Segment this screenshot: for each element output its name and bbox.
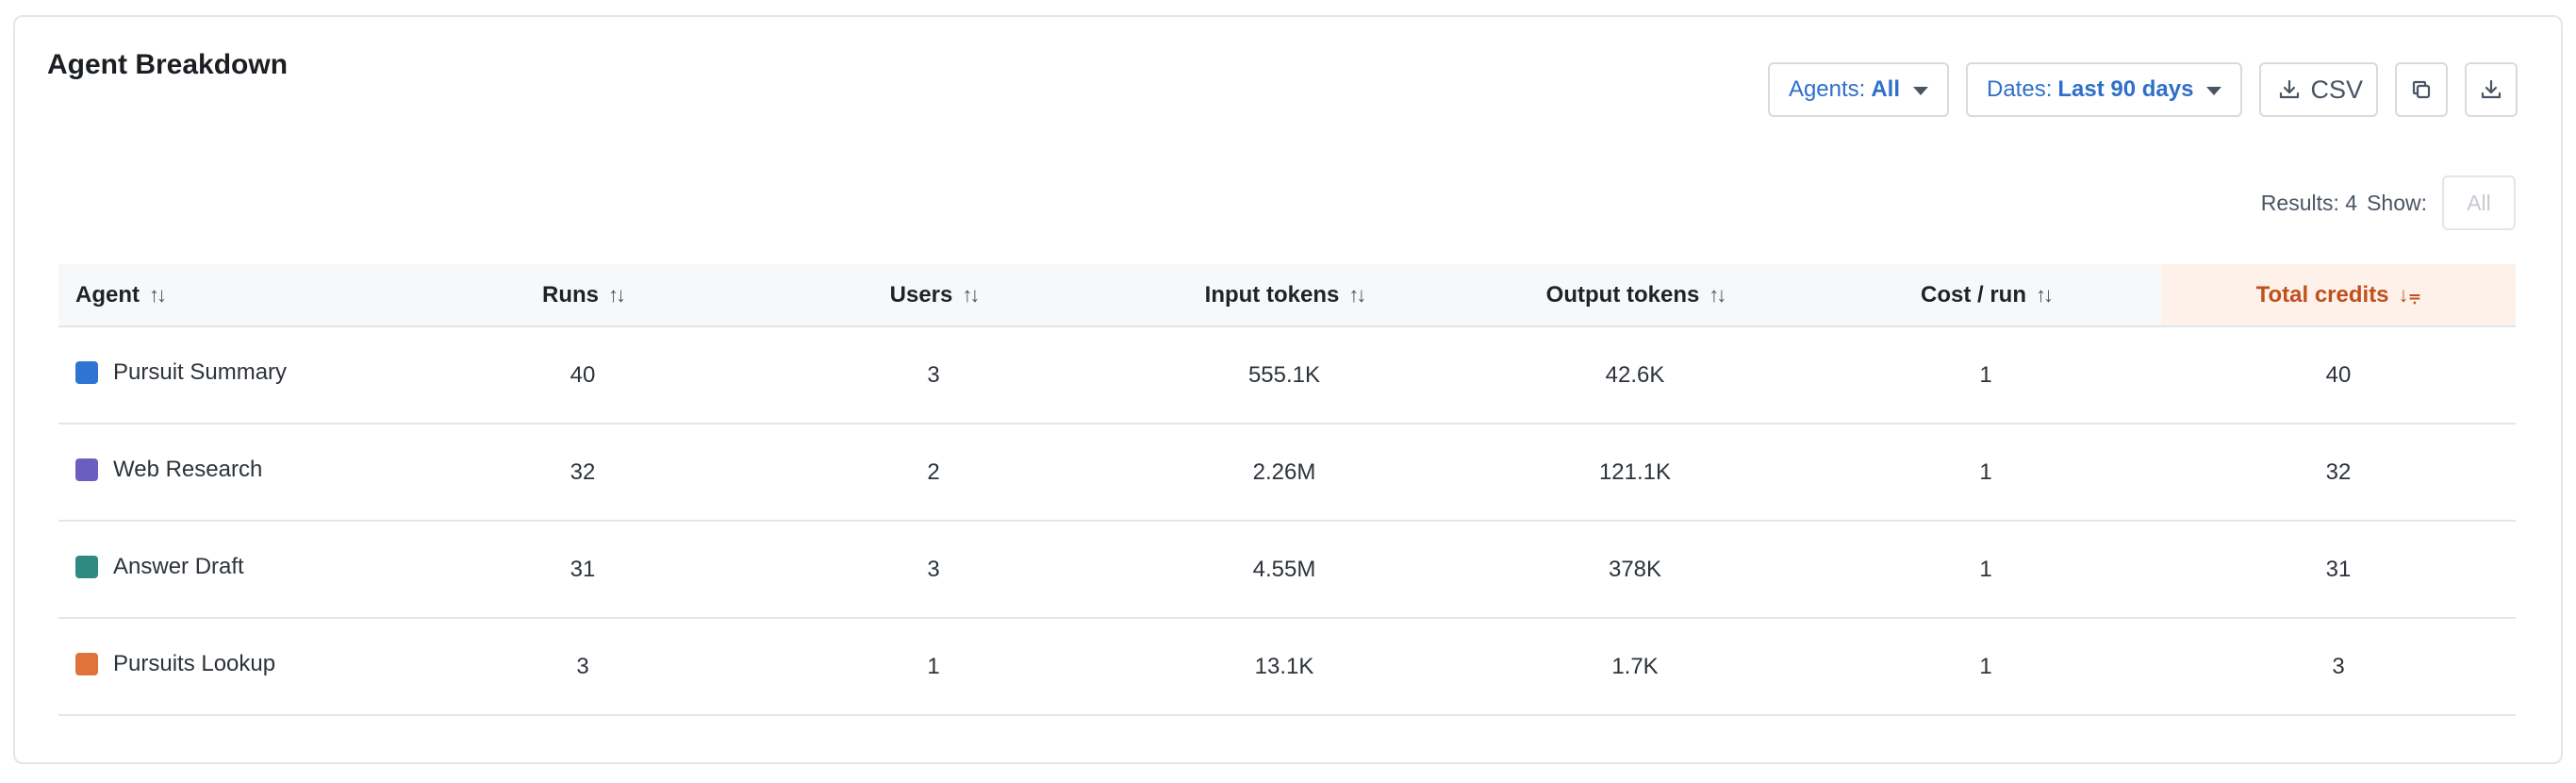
sort-icon: ↑↓ (1348, 282, 1366, 307)
agent-label: Pursuit Summary (113, 359, 288, 385)
column-header-runs[interactable]: Runs ↑↓ (407, 264, 758, 326)
cell-runs: 31 (570, 556, 596, 582)
cell-agent: Web Research (58, 424, 407, 521)
results-bar: Results: 4 Show: All (2261, 175, 2516, 230)
card-title: Agent Breakdown (47, 49, 289, 80)
agents-filter-label: Agents: (1788, 76, 1866, 102)
column-header-agent[interactable]: Agent ↑↓ (58, 264, 407, 326)
table-row[interactable]: Web Research 32 2 2.26M 121.1K 1 32 (58, 424, 2516, 521)
header-label: Runs (542, 281, 599, 308)
cell-agent: Answer Draft (58, 521, 407, 618)
header-label: Output tokens (1545, 281, 1700, 308)
header-label: Cost / run (1921, 281, 2026, 308)
header-label: Input tokens (1204, 281, 1340, 308)
sort-icon: ↑↓ (149, 282, 167, 307)
header-label: Total credits (2255, 281, 2389, 308)
column-header-input-tokens[interactable]: Input tokens ↑↓ (1109, 264, 1460, 326)
dates-filter-label: Dates: (1987, 76, 2053, 102)
agent-color-swatch (75, 458, 98, 481)
download-icon (2481, 79, 2502, 99)
agent-name: Web Research (75, 457, 262, 483)
sort-descending-icon: ↓⩦ (2398, 282, 2421, 307)
agent-color-swatch (75, 361, 98, 384)
cell-input-tokens: 4.55M (1252, 556, 1316, 582)
column-header-cost-run[interactable]: Cost / run ↑↓ (1810, 264, 2161, 326)
export-icon (2280, 79, 2300, 99)
cell-users: 2 (927, 458, 940, 485)
column-header-output-tokens[interactable]: Output tokens ↑↓ (1460, 264, 1810, 326)
agents-filter-value: All (1871, 76, 1900, 102)
agent-color-swatch (75, 653, 98, 675)
cell-total-credits: 31 (2325, 556, 2352, 582)
agent-name: Answer Draft (75, 554, 244, 580)
dates-filter-value: Last 90 days (2057, 76, 2194, 102)
cell-runs: 32 (570, 458, 596, 485)
csv-label: CSV (2310, 75, 2363, 104)
cell-users: 1 (927, 653, 940, 679)
sort-icon: ↑↓ (608, 282, 626, 307)
cell-users: 3 (927, 556, 940, 582)
table-row[interactable]: Answer Draft 31 3 4.55M 378K 1 31 (58, 521, 2516, 618)
toolbar: Agents: All Dates: Last 90 days CSV (1767, 62, 2518, 117)
sort-icon: ↑↓ (962, 282, 980, 307)
chevron-down-icon (2206, 86, 2222, 95)
cell-output-tokens: 121.1K (1598, 458, 1672, 485)
cell-cost-run: 1 (1979, 556, 1992, 582)
dates-filter-dropdown[interactable]: Dates: Last 90 days (1966, 62, 2243, 117)
cell-input-tokens: 555.1K (1247, 361, 1321, 388)
copy-button[interactable] (2395, 62, 2448, 117)
export-csv-button[interactable]: CSV (2259, 62, 2378, 117)
cell-agent: Pursuit Summary (58, 326, 407, 424)
sort-icon: ↑↓ (2036, 282, 2054, 307)
cell-cost-run: 1 (1979, 361, 1992, 388)
agent-name: Pursuit Summary (75, 359, 287, 386)
column-header-users[interactable]: Users ↑↓ (758, 264, 1109, 326)
agent-label: Pursuits Lookup (113, 651, 276, 676)
table-row[interactable]: Pursuits Lookup 3 1 13.1K 1.7K 1 3 (58, 618, 2516, 715)
cell-runs: 3 (576, 653, 589, 679)
results-count: Results: 4 (2260, 190, 2358, 215)
cell-cost-run: 1 (1979, 653, 1992, 679)
agent-name: Pursuits Lookup (75, 651, 275, 677)
table-header-row: Agent ↑↓ Runs ↑↓ Users ↑↓ Input tokens ↑↓ Ou… (58, 264, 2516, 326)
agent-label: Web Research (113, 457, 263, 482)
header-label: Users (889, 281, 953, 308)
chevron-down-icon (1913, 86, 1928, 95)
agents-filter-dropdown[interactable]: Agents: All (1767, 62, 1949, 117)
cell-output-tokens: 42.6K (1605, 361, 1665, 388)
cell-input-tokens: 13.1K (1254, 653, 1314, 679)
cell-input-tokens: 2.26M (1252, 458, 1316, 485)
copy-icon (2412, 80, 2431, 99)
column-header-total-credits[interactable]: Total credits ↓⩦ (2161, 264, 2516, 326)
cell-total-credits: 3 (2332, 653, 2345, 679)
cell-cost-run: 1 (1979, 458, 1992, 485)
cell-runs: 40 (570, 361, 596, 388)
cell-total-credits: 32 (2325, 458, 2352, 485)
cell-agent: Pursuits Lookup (58, 618, 407, 715)
header-label: Agent (75, 281, 140, 308)
download-button[interactable] (2465, 62, 2518, 117)
cell-users: 3 (927, 361, 940, 388)
cell-output-tokens: 1.7K (1611, 653, 1659, 679)
show-count-select[interactable]: All (2442, 175, 2516, 230)
agent-label: Answer Draft (113, 554, 244, 579)
agent-color-swatch (75, 556, 98, 578)
show-label: Show: (2367, 190, 2427, 215)
sort-icon: ↑↓ (1709, 282, 1726, 307)
cell-output-tokens: 378K (1608, 556, 1662, 582)
table-row[interactable]: Pursuit Summary 40 3 555.1K 42.6K 1 40 (58, 326, 2516, 424)
cell-total-credits: 40 (2325, 361, 2352, 388)
agent-breakdown-table: Agent ↑↓ Runs ↑↓ Users ↑↓ Input tokens ↑↓ Ou… (58, 264, 2516, 716)
